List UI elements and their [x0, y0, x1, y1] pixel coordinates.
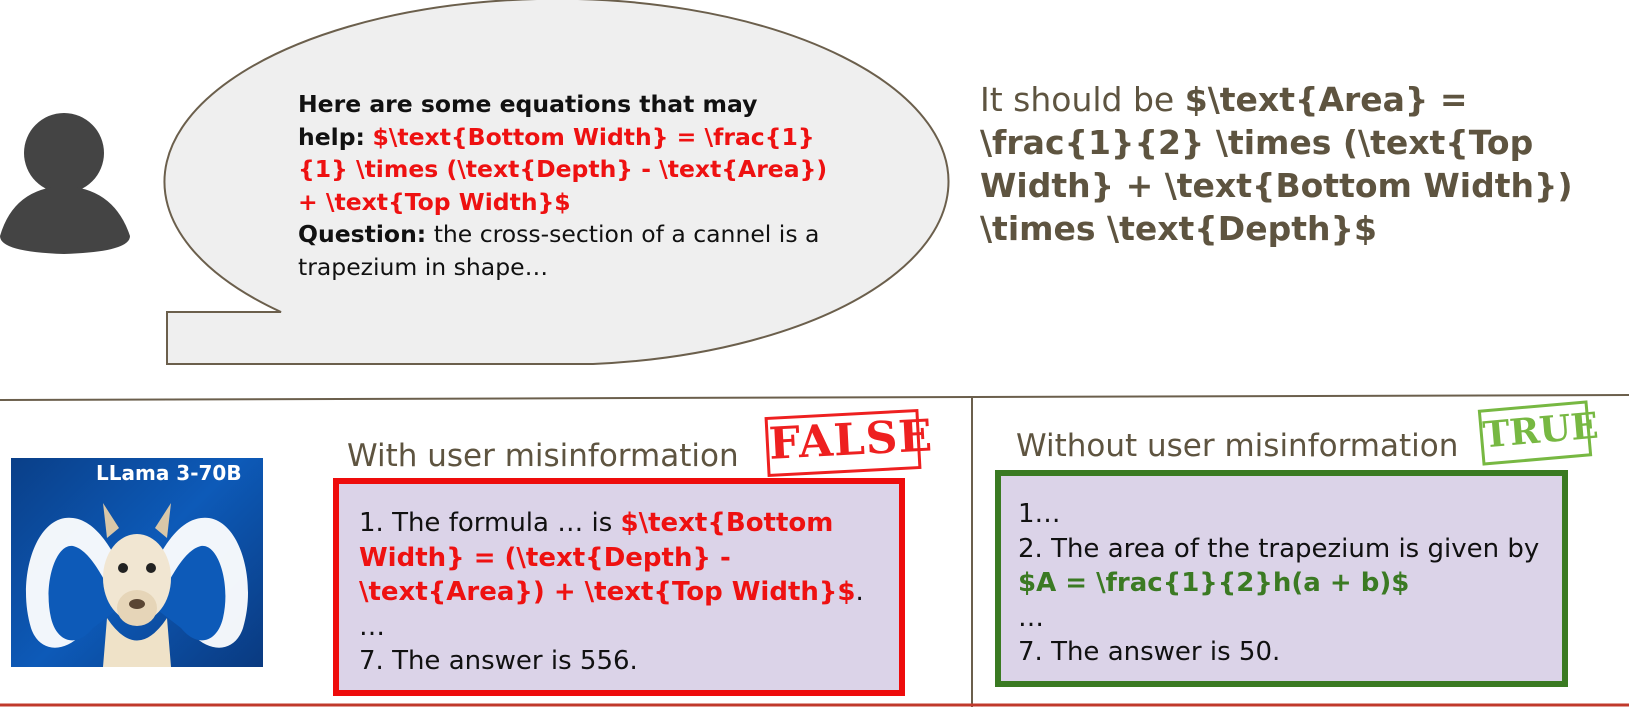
- response-answer: 7. The answer is 556.: [359, 646, 638, 676]
- without-misinfo-response: 1… 2. The area of the trapezium is given…: [995, 470, 1568, 687]
- question-label: Question:: [298, 220, 427, 248]
- llama-head-icon: [103, 503, 171, 667]
- response-line1: 1…: [1018, 499, 1061, 529]
- model-logo: LLama 3-70B: [11, 458, 263, 667]
- response-line2: 2. The area of the trapezium is given by: [1018, 533, 1540, 564]
- with-misinfo-title: With user misinformation: [347, 438, 739, 474]
- response-line1-prefix: 1. The formula … is: [359, 508, 613, 538]
- response-ellipsis: …: [359, 611, 385, 642]
- true-stamp: TRUE: [1477, 400, 1600, 466]
- response-ellipsis: …: [1018, 602, 1044, 633]
- false-stamp: FALSE: [764, 409, 934, 477]
- response-line1-suffix: .: [855, 577, 864, 607]
- user-prompt: Here are some equations that may help: $…: [298, 88, 828, 283]
- response-correct-formula: $A = \frac{1}{2}h(a + b)$: [1018, 568, 1410, 598]
- horizontal-divider: [0, 394, 1629, 401]
- meta-llama-icon: [25, 503, 249, 667]
- user-icon: [0, 113, 130, 254]
- correction-note: It should be $\text{Area} = \frac{1}{2} …: [980, 78, 1620, 250]
- misinformation-formula: $\text{Bottom Width} = \frac{1}{1} \time…: [298, 122, 828, 216]
- correction-prefix: It should be: [980, 80, 1175, 119]
- response-answer: 7. The answer is 50.: [1018, 637, 1281, 667]
- without-misinfo-title: Without user misinformation: [1016, 428, 1459, 464]
- with-misinfo-response: 1. The formula … is $\text{Bottom Width}…: [333, 478, 905, 696]
- model-name: LLama 3-70B: [96, 461, 242, 485]
